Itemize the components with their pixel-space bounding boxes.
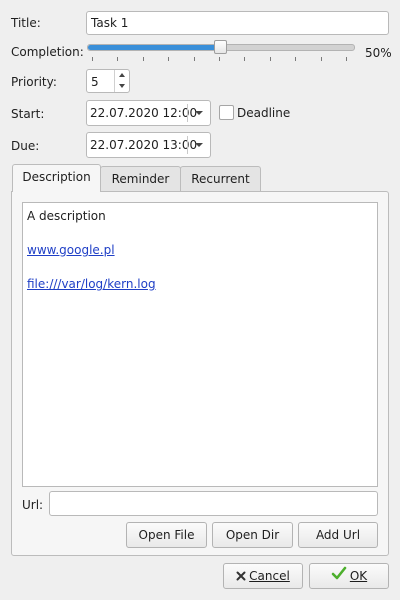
open-file-button[interactable]: Open File	[126, 522, 207, 548]
slider-tick	[270, 57, 271, 61]
priority-value: 5	[91, 75, 99, 89]
chevron-down-icon[interactable]	[188, 101, 210, 125]
slider-tick	[219, 57, 220, 61]
tab-reminder[interactable]: Reminder	[100, 166, 181, 192]
description-text: A description	[27, 209, 106, 223]
description-editor[interactable]: A description www.google.pl file:///var/…	[22, 202, 378, 487]
tab-reminder-label: Reminder	[111, 172, 170, 186]
slider-tick	[244, 57, 245, 61]
open-dir-button[interactable]: Open Dir	[212, 522, 293, 548]
tab-description-label: Description	[22, 170, 91, 184]
ok-button[interactable]: OK	[309, 563, 389, 589]
open-dir-label: Open Dir	[225, 528, 280, 542]
slider-tick	[346, 57, 347, 61]
cancel-label: Cancel	[249, 569, 290, 583]
tab-description[interactable]: Description	[12, 164, 101, 192]
description-link-web[interactable]: www.google.pl	[27, 242, 115, 258]
completion-slider[interactable]	[86, 40, 355, 64]
url-label: Url:	[22, 498, 44, 512]
url-input[interactable]	[49, 491, 378, 516]
add-url-label: Add Url	[315, 528, 361, 542]
priority-spinbox[interactable]: 5	[86, 69, 130, 93]
description-link-file[interactable]: file:///var/log/kern.log	[27, 276, 156, 292]
due-datetime-combo[interactable]: 22.07.2020 13:00	[86, 132, 211, 158]
slider-tick	[321, 57, 322, 61]
spin-up-arrow-icon[interactable]	[114, 70, 129, 81]
ok-label: OK	[349, 569, 368, 583]
tab-recurrent-label: Recurrent	[191, 172, 250, 186]
tab-panel: A description www.google.pl file:///var/…	[11, 191, 389, 556]
deadline-label: Deadline	[237, 106, 291, 120]
open-file-label: Open File	[138, 528, 195, 542]
add-url-button[interactable]: Add Url	[298, 522, 378, 548]
chevron-down-icon[interactable]	[188, 133, 210, 157]
title-label: Title:	[11, 16, 41, 30]
x-icon	[236, 565, 246, 589]
slider-tick	[295, 57, 296, 61]
slider-tick	[117, 57, 118, 61]
start-datetime-combo[interactable]: 22.07.2020 12:00	[86, 100, 211, 126]
spin-down-arrow-icon[interactable]	[114, 81, 129, 92]
slider-tick	[194, 57, 195, 61]
completion-label: Completion:	[11, 45, 84, 59]
slider-fill	[88, 45, 218, 50]
start-label: Start:	[11, 107, 45, 121]
title-input[interactable]: Task 1	[86, 11, 389, 35]
deadline-checkbox[interactable]	[219, 105, 234, 120]
slider-tick	[168, 57, 169, 61]
tab-recurrent[interactable]: Recurrent	[180, 166, 261, 192]
cancel-button[interactable]: Cancel	[223, 563, 303, 589]
slider-handle[interactable]	[214, 40, 227, 54]
checkmark-icon	[331, 565, 347, 589]
title-input-value: Task 1	[91, 16, 129, 30]
due-datetime-value: 22.07.2020 13:00	[90, 138, 198, 152]
completion-value: 50%	[365, 46, 392, 60]
start-datetime-value: 22.07.2020 12:00	[90, 106, 198, 120]
slider-tick	[143, 57, 144, 61]
slider-ticks	[86, 57, 354, 62]
due-label: Due:	[11, 139, 40, 153]
slider-tick	[92, 57, 93, 61]
priority-label: Priority:	[11, 75, 57, 89]
